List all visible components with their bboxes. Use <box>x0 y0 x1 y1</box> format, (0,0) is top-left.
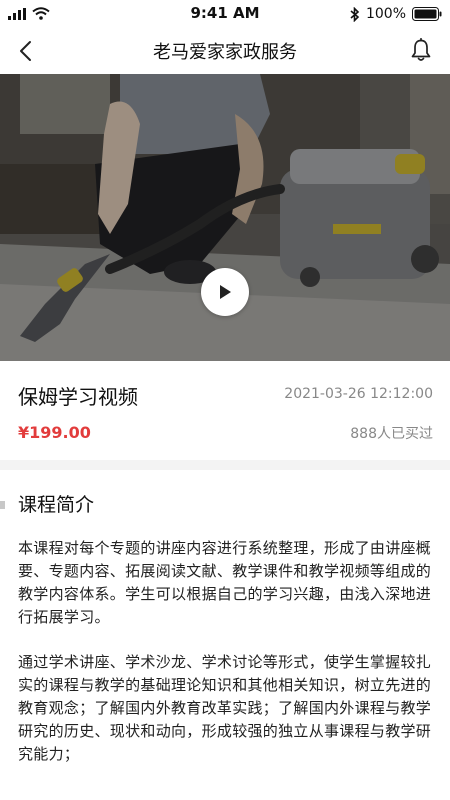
status-right: 100% <box>350 6 442 22</box>
section-marker <box>0 501 5 509</box>
play-icon <box>220 285 231 299</box>
course-info: 保姆学习视频 2021-03-26 12:12:00 ¥199.00 888人已… <box>0 361 450 460</box>
battery-icon <box>412 7 442 21</box>
video-player[interactable] <box>0 74 450 361</box>
course-title: 保姆学习视频 <box>18 385 138 409</box>
section-divider <box>0 460 450 470</box>
nav-bar: 老马爱家家政服务 <box>0 28 450 74</box>
intro-header: 课程简介 <box>0 488 450 518</box>
battery-percentage: 100% <box>365 6 406 22</box>
intro-paragraph: 本课程对每个专题的讲座内容进行系统整理，形成了由讲座概要、专题内容、拓展阅读文献… <box>18 539 432 626</box>
intro-heading: 课程简介 <box>18 494 95 516</box>
page-title: 老马爱家家政服务 <box>153 42 297 63</box>
bell-icon[interactable] <box>410 38 432 62</box>
course-price: ¥199.00 <box>18 423 91 442</box>
intro-body: 本课程对每个专题的讲座内容进行系统整理，形成了由讲座概要、专题内容、拓展阅读文献… <box>18 537 434 788</box>
bluetooth-icon <box>350 6 360 22</box>
buyer-count: 888人已买过 <box>350 426 433 442</box>
course-date: 2021-03-26 12:12:00 <box>284 386 433 402</box>
intro-paragraph: 通过学术讲座、学术沙龙、学术讨论等形式，使学生掌握较扎实的课程与教学的基础理论知… <box>18 653 432 763</box>
status-bar: 9:41 AM 100% <box>0 0 450 28</box>
video-thumbnail <box>0 74 450 361</box>
play-button[interactable] <box>201 268 249 316</box>
